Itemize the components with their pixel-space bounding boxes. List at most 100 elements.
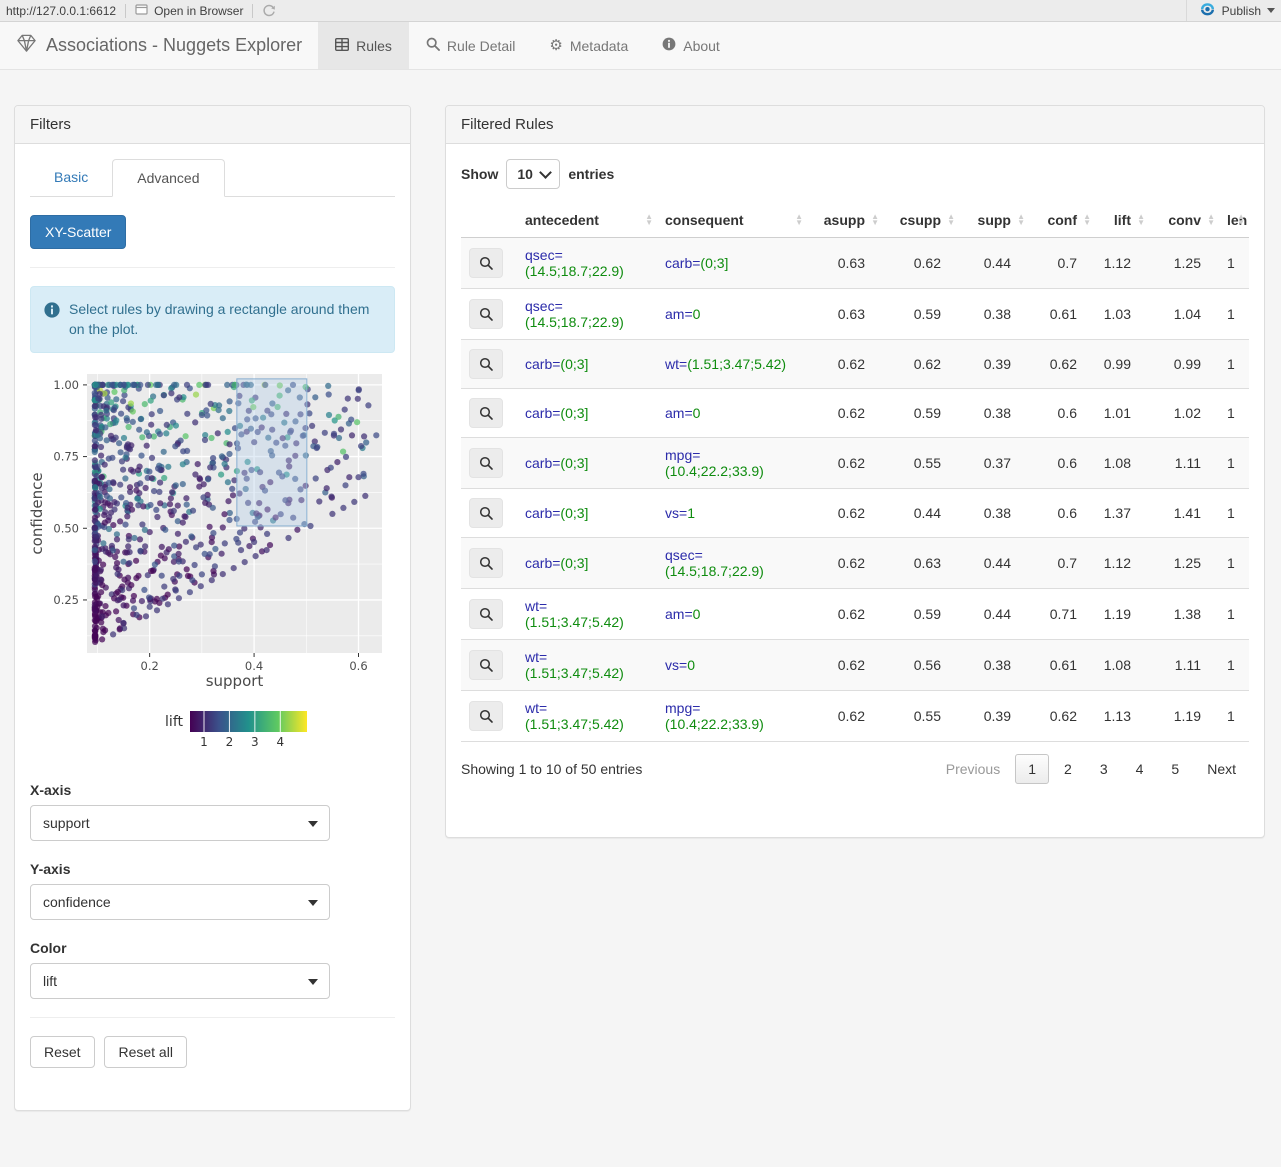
column-header-lift[interactable]: lift ▲ ▼: [1095, 203, 1149, 238]
lift-cell: 1.12: [1103, 255, 1131, 271]
brush-selection: [236, 377, 308, 527]
xy-scatter-button[interactable]: XY-Scatter: [30, 215, 127, 249]
inspect-rule-button[interactable]: [469, 299, 503, 329]
len-cell: 1: [1227, 405, 1235, 421]
len-cell: 1: [1227, 657, 1235, 673]
sort-icons: ▲ ▼: [1207, 212, 1215, 227]
lift-cell: 1.12: [1103, 555, 1131, 571]
reset-all-button[interactable]: Reset all: [104, 1035, 187, 1068]
conv-cell: 1.25: [1173, 555, 1201, 571]
column-header-len[interactable]: len ▲ ▼: [1219, 203, 1249, 238]
consequent-cell: vs=1: [665, 505, 695, 521]
lift-cell: 1.01: [1103, 405, 1131, 421]
inspect-rule-button[interactable]: [469, 701, 503, 731]
csupp-cell: 0.56: [913, 657, 941, 673]
table-icon: [335, 37, 350, 54]
refresh-button[interactable]: [262, 4, 276, 18]
rule-row: carb=(0;3] mpg=(10.4;22.2;33.9) 0.62 0.55 0.…: [461, 437, 1249, 489]
pagination-previous[interactable]: Previous: [933, 754, 1013, 784]
tab-rules[interactable]: Rules: [318, 22, 409, 69]
show-label: Show: [461, 166, 499, 182]
conf-cell: 0.6: [1057, 405, 1077, 421]
column-header-consequent[interactable]: consequent ▲ ▼: [657, 203, 807, 238]
conf-cell: 0.61: [1049, 657, 1077, 673]
subtab-basic[interactable]: Basic: [30, 159, 112, 197]
page-length-control: Show 10 entries: [461, 159, 1249, 189]
inspect-rule-button[interactable]: [469, 548, 503, 578]
column-header-antecedent[interactable]: antecedent ▲ ▼: [517, 203, 657, 238]
pagination-next[interactable]: Next: [1194, 754, 1249, 784]
column-header-conv[interactable]: conv ▲ ▼: [1149, 203, 1219, 238]
pagination-page-2[interactable]: 2: [1051, 754, 1085, 784]
y-axis-title: confidence: [30, 472, 46, 554]
column-header-csupp[interactable]: csupp ▲ ▼: [883, 203, 959, 238]
refresh-icon: [263, 4, 276, 16]
column-header-conf[interactable]: conf ▲ ▼: [1029, 203, 1095, 238]
sort-icons: ▲ ▼: [1137, 212, 1145, 227]
color-label: Color: [30, 939, 67, 956]
column-header-asupp[interactable]: asupp ▲ ▼: [807, 203, 883, 238]
subtab-advanced[interactable]: Advanced: [112, 159, 225, 197]
window-icon: [135, 3, 149, 18]
x-axis-title: support: [206, 672, 264, 690]
consequent-cell: am=0: [665, 606, 701, 622]
antecedent-cell: wt=(1.51;3.47;5.42): [525, 700, 624, 732]
x-axis-select[interactable]: support: [30, 804, 330, 841]
inspect-rule-button[interactable]: [469, 599, 503, 629]
inspect-rule-button[interactable]: [469, 448, 503, 478]
header-inspect-column: [461, 203, 517, 238]
antecedent-cell: carb=(0;3]: [525, 405, 589, 421]
asupp-cell: 0.62: [837, 405, 865, 421]
len-cell: 1: [1227, 505, 1235, 521]
browser-toolbar: http://127.0.0.1:6612 Open in Browser Pu…: [0, 0, 1281, 22]
rule-row: wt=(1.51;3.47;5.42) am=0 0.62 0.59 0.44 0.71 1…: [461, 588, 1249, 640]
asupp-cell: 0.62: [837, 708, 865, 724]
lift-cell: 0.99: [1103, 356, 1131, 372]
sort-icons: ▲ ▼: [947, 212, 955, 227]
pagination-page-3[interactable]: 3: [1087, 754, 1121, 784]
lift-cell: 1.08: [1103, 455, 1131, 471]
tab-rule-detail[interactable]: Rule Detail: [409, 22, 532, 69]
pagination-page-1[interactable]: 1: [1015, 754, 1050, 784]
column-header-supp[interactable]: supp ▲ ▼: [959, 203, 1029, 238]
filter-subtabs: Basic Advanced: [30, 159, 395, 197]
antecedent-cell: wt=(1.51;3.47;5.42): [525, 649, 624, 681]
y-axis-select[interactable]: confidence: [30, 883, 330, 920]
len-cell: 1: [1227, 306, 1235, 322]
rule-row: qsec=(14.5;18.7;22.9) am=0 0.63 0.59 0.38 0.6…: [461, 288, 1249, 340]
sort-icons: ▲ ▼: [871, 212, 879, 227]
rule-row: carb=(0;3] wt=(1.51;3.47;5.42) 0.62 0.62 0.3…: [461, 339, 1249, 389]
conv-cell: 1.04: [1173, 306, 1201, 322]
pagination: Previous 1 2 3 4 5 Next: [931, 754, 1249, 784]
inspect-rule-button[interactable]: [469, 349, 503, 379]
antecedent-cell: carb=(0;3]: [525, 505, 589, 521]
len-cell: 1: [1227, 555, 1235, 571]
tab-about[interactable]: About: [645, 22, 737, 69]
publish-caret-icon[interactable]: [1267, 8, 1275, 13]
conv-cell: 1.38: [1173, 606, 1201, 622]
scatter-plot[interactable]: 0.2 0.4 0.6 0.25 0.50 0.75 1.00 support confiden…: [28, 367, 395, 762]
page-length-select[interactable]: 10: [506, 159, 561, 189]
pagination-page-5[interactable]: 5: [1158, 754, 1192, 784]
inspect-rule-button[interactable]: [469, 650, 503, 680]
conf-cell: 0.6: [1057, 455, 1077, 471]
divider: [30, 267, 395, 268]
tab-metadata[interactable]: ⚙ Metadata: [532, 22, 645, 69]
asupp-cell: 0.62: [837, 455, 865, 471]
csupp-cell: 0.44: [913, 505, 941, 521]
x-axis-control: X-axis support: [30, 782, 395, 841]
asupp-cell: 0.63: [837, 306, 865, 322]
pagination-page-4[interactable]: 4: [1123, 754, 1157, 784]
inspect-rule-button[interactable]: [469, 398, 503, 428]
supp-cell: 0.37: [983, 455, 1011, 471]
inspect-rule-button[interactable]: [469, 248, 503, 278]
inspect-rule-button[interactable]: [469, 498, 503, 528]
len-cell: 1: [1227, 455, 1235, 471]
reset-button[interactable]: Reset: [30, 1035, 95, 1068]
publish-button[interactable]: Publish: [1222, 4, 1261, 18]
color-select[interactable]: lift: [30, 962, 330, 999]
open-in-browser-button[interactable]: Open in Browser: [135, 3, 243, 18]
csupp-cell: 0.63: [913, 555, 941, 571]
sort-icons: ▲ ▼: [1237, 212, 1245, 227]
supp-cell: 0.38: [983, 505, 1011, 521]
